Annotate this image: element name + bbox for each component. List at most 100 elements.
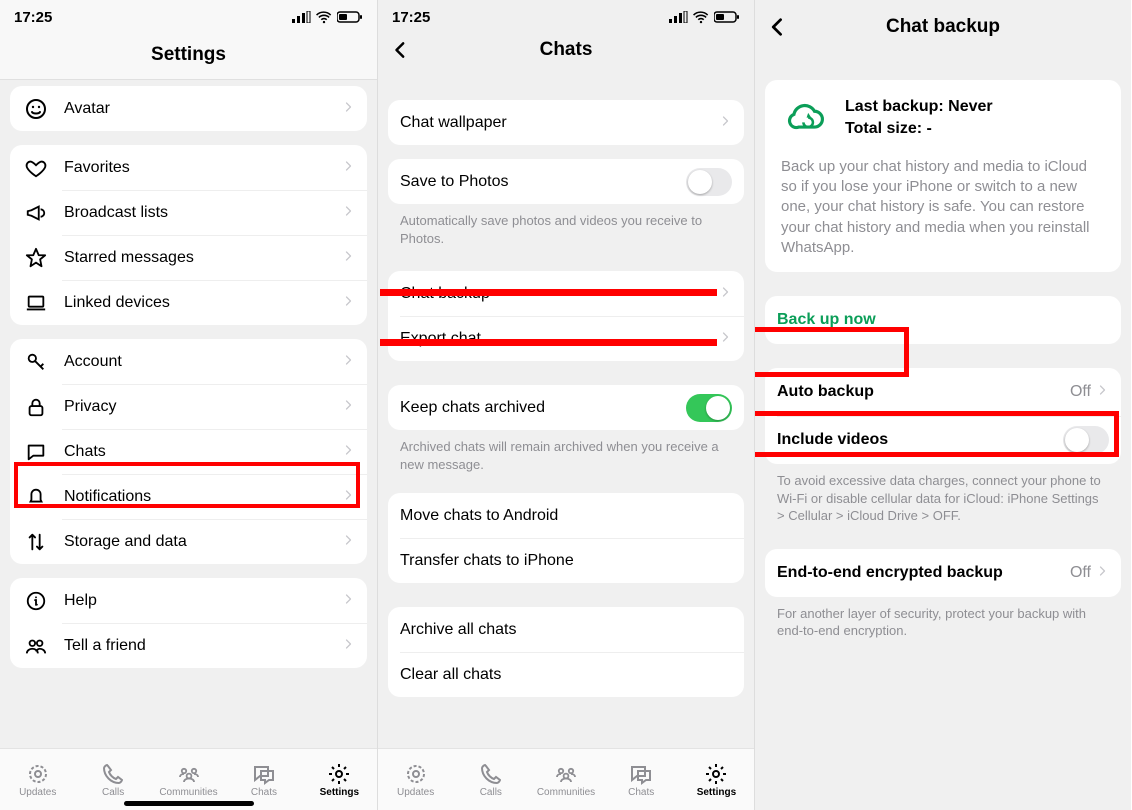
chevron-right-icon <box>720 327 732 351</box>
chats-row-keep-archived[interactable]: Keep chats archived <box>388 385 744 430</box>
e2e-backup-row[interactable]: End-to-end encrypted backup Off <box>765 549 1121 597</box>
row-label: Archive all chats <box>400 621 732 639</box>
row-label: Account <box>64 353 343 371</box>
chats-row-transfer-iphone[interactable]: Transfer chats to iPhone <box>388 538 744 583</box>
back-button[interactable] <box>384 35 414 65</box>
row-label: Linked devices <box>64 294 343 312</box>
chats-group-wallpaper: Chat wallpaper <box>388 100 744 145</box>
row-label: Move chats to Android <box>400 507 732 525</box>
keep-archived-footer: Archived chats will remain archived when… <box>400 438 732 473</box>
settings-row-avatar[interactable]: Avatar <box>10 86 367 131</box>
auto-backup-value: Off <box>1070 383 1091 401</box>
settings-row-starred[interactable]: Starred messages <box>10 235 367 280</box>
info-icon <box>22 587 50 615</box>
last-backup-label: Last backup: Never <box>845 96 993 118</box>
home-indicator <box>124 801 254 806</box>
settings-row-broadcast[interactable]: Broadcast lists <box>10 190 367 235</box>
e2e-footer: For another layer of security, protect y… <box>777 605 1109 640</box>
tab-settings[interactable]: Settings <box>302 749 377 810</box>
include-videos-toggle[interactable] <box>1063 426 1109 454</box>
chevron-right-icon <box>1097 561 1109 585</box>
row-label: Broadcast lists <box>64 204 343 222</box>
tab-settings[interactable]: Settings <box>679 749 754 810</box>
laptop-icon <box>22 289 50 317</box>
battery-icon <box>337 10 363 24</box>
tab-calls[interactable]: Calls <box>453 749 528 810</box>
row-label: Back up now <box>777 311 1109 329</box>
row-label: Chat wallpaper <box>400 114 720 132</box>
settings-row-help[interactable]: Help <box>10 578 367 623</box>
settings-row-privacy[interactable]: Privacy <box>10 384 367 429</box>
calls-icon <box>101 762 125 786</box>
settings-row-account[interactable]: Account <box>10 339 367 384</box>
chats-row-archive-all[interactable]: Archive all chats <box>388 607 744 652</box>
settings-group-lists: Favorites Broadcast lists Starred messag… <box>10 145 367 325</box>
settings-row-linked-devices[interactable]: Linked devices <box>10 280 367 325</box>
chevron-right-icon <box>343 589 355 613</box>
chevron-right-icon <box>720 111 732 135</box>
settings-group-avatar: Avatar <box>10 86 367 131</box>
auto-backup-row[interactable]: Auto backup Off <box>765 368 1121 416</box>
status-bar: 17:25 <box>0 0 377 30</box>
page-title: Settings <box>151 44 226 66</box>
chat-backup-screen: Chat backup Last backup: Never Total siz… <box>754 0 1131 810</box>
chats-row-clear-all[interactable]: Clear all chats <box>388 652 744 697</box>
e2e-value: Off <box>1070 564 1091 582</box>
include-videos-row[interactable]: Include videos <box>765 416 1121 464</box>
row-label: Storage and data <box>64 533 343 551</box>
settings-row-favorites[interactable]: Favorites <box>10 145 367 190</box>
chevron-right-icon <box>343 201 355 225</box>
people-icon <box>22 632 50 660</box>
page-title: Chats <box>540 39 593 61</box>
tab-chats[interactable]: Chats <box>604 749 679 810</box>
nav-header: Chats <box>378 30 754 70</box>
chats-icon <box>629 762 653 786</box>
row-label: Favorites <box>64 159 343 177</box>
highlight-chat-backup-top <box>380 289 717 296</box>
chevron-right-icon <box>343 291 355 315</box>
tab-updates[interactable]: Updates <box>0 749 75 810</box>
row-label: Help <box>64 592 343 610</box>
e2e-group: End-to-end encrypted backup Off <box>765 549 1121 597</box>
row-label: Transfer chats to iPhone <box>400 552 732 570</box>
settings-row-storage[interactable]: Storage and data <box>10 519 367 564</box>
row-label: Avatar <box>64 100 343 118</box>
nav-header: Settings <box>0 30 377 80</box>
settings-screen: 17:25 Settings Avatar Favorites <box>0 0 377 810</box>
backup-description: Back up your chat history and media to i… <box>765 157 1121 272</box>
backup-info-card: Last backup: Never Total size: - Back up… <box>765 80 1121 272</box>
chevron-right-icon <box>343 634 355 658</box>
row-label: Clear all chats <box>400 666 732 684</box>
wifi-icon <box>315 9 333 25</box>
key-icon <box>22 348 50 376</box>
status-bar: 17:25 <box>378 0 754 30</box>
keep-archived-toggle[interactable] <box>686 394 732 422</box>
settings-icon <box>704 762 728 786</box>
chats-row-move-android[interactable]: Move chats to Android <box>388 493 744 538</box>
nav-header: Chat backup <box>755 2 1131 52</box>
settings-icon <box>327 762 351 786</box>
settings-row-tell-friend[interactable]: Tell a friend <box>10 623 367 668</box>
save-photos-toggle[interactable] <box>686 168 732 196</box>
cloud-icon <box>781 96 829 136</box>
chats-row-wallpaper[interactable]: Chat wallpaper <box>388 100 744 145</box>
row-label: End-to-end encrypted backup <box>777 564 1070 582</box>
back-button[interactable] <box>761 12 791 42</box>
backup-now-button[interactable]: Back up now <box>765 296 1121 344</box>
chats-group-save-photos: Save to Photos <box>388 159 744 204</box>
chats-group-move: Move chats to Android Transfer chats to … <box>388 493 744 583</box>
communities-icon <box>177 762 201 786</box>
updates-icon <box>404 762 428 786</box>
chats-row-save-photos[interactable]: Save to Photos <box>388 159 744 204</box>
tab-updates[interactable]: Updates <box>378 749 453 810</box>
battery-icon <box>714 10 740 24</box>
row-label: Tell a friend <box>64 637 343 655</box>
chats-group-backup: Chat backup Export chat <box>388 271 744 361</box>
total-size-label: Total size: - <box>845 118 993 140</box>
tab-communities[interactable]: Communities <box>528 749 603 810</box>
chevron-right-icon <box>343 530 355 554</box>
row-label: Privacy <box>64 398 343 416</box>
tab-bar: Updates Calls Communities Chats Settings <box>378 748 754 810</box>
backup-actions-group: Back up now <box>765 296 1121 344</box>
row-label: Starred messages <box>64 249 343 267</box>
